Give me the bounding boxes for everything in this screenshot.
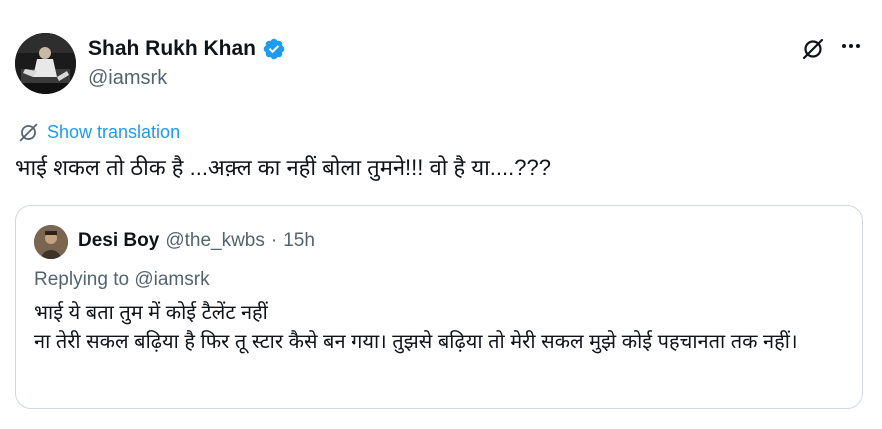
meta-separator: ·: [270, 230, 278, 251]
quoted-author-avatar[interactable]: [34, 225, 68, 259]
quoted-tweet-text: भाई ये बता तुम में कोई टैलेंट नहीं ना ते…: [34, 299, 844, 357]
quoted-text-line: भाई ये बता तुम में कोई टैलेंट नहीं: [34, 302, 268, 324]
author-avatar[interactable]: [15, 33, 76, 94]
quoted-header: Desi Boy @the_kwbs · 15h: [78, 230, 315, 252]
replying-to: Replying to @iamsrk: [34, 269, 210, 291]
quoted-timestamp[interactable]: 15h: [283, 230, 315, 252]
avatar-image: [15, 33, 76, 94]
replying-to-handle[interactable]: @iamsrk: [134, 269, 209, 290]
author-handle[interactable]: @iamsrk: [88, 67, 167, 90]
show-translation-link[interactable]: Show translation: [18, 122, 180, 143]
quoted-author-handle[interactable]: @the_kwbs: [165, 230, 265, 252]
dot: [849, 44, 853, 48]
quoted-avatar-image: [34, 225, 68, 259]
more-dots-icon[interactable]: [836, 34, 866, 58]
quoted-tweet[interactable]: Desi Boy @the_kwbs · 15h Replying to @ia…: [15, 205, 863, 409]
translate-icon: [19, 123, 38, 142]
tweet-text: भाई शकल तो ठीक है ...अक़्ल का नहीं बोला …: [15, 155, 551, 180]
author-name[interactable]: Shah Rukh Khan: [88, 37, 256, 61]
verified-badge-icon: [262, 37, 286, 61]
grok-icon[interactable]: [801, 37, 825, 61]
quoted-author-name[interactable]: Desi Boy: [78, 230, 159, 252]
show-translation-label[interactable]: Show translation: [47, 122, 180, 143]
author-name-row[interactable]: Shah Rukh Khan: [88, 37, 286, 61]
dot: [842, 44, 846, 48]
quoted-text-line: ना तेरी सकल बढ़िया है फिर तू स्टार कैसे …: [34, 331, 798, 353]
dot: [856, 44, 860, 48]
replying-to-prefix: Replying to: [34, 269, 130, 290]
